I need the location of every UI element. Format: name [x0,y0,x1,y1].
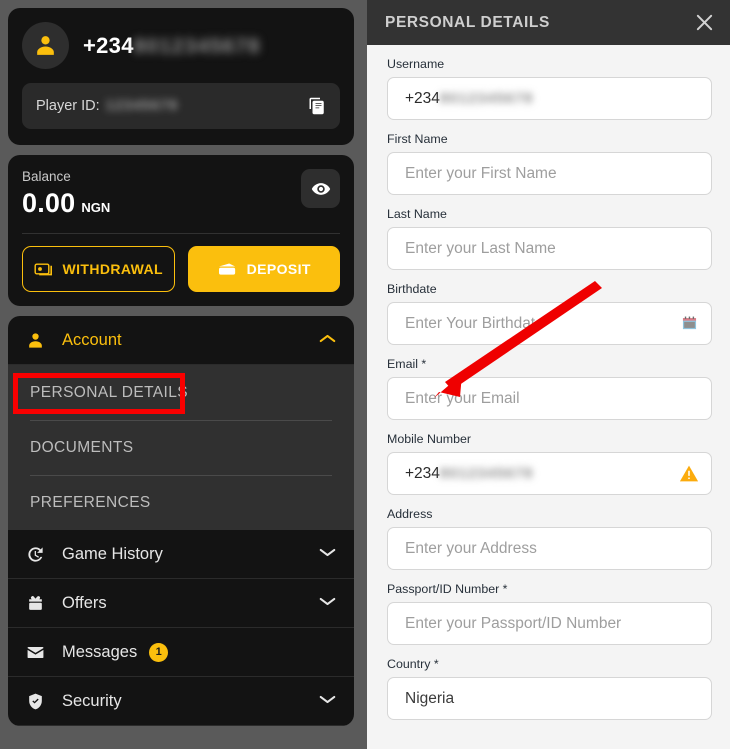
copy-icon[interactable] [306,95,328,117]
app-root: +234 8012345678 Player ID: 12345678 Bala… [0,0,730,749]
field-birthdate-label: Birthdate [387,282,437,296]
profile-card: +234 8012345678 Player ID: 12345678 [8,8,354,145]
shield-icon [26,692,52,711]
sidebar-item-personal-details-label: PERSONAL DETAILS [30,383,189,401]
balance-top: Balance 0.00 NGN [22,169,340,219]
mobile-masked: 8012345678 [439,465,534,482]
field-username: Username +234 8012345678 [387,57,712,120]
phone-prefix: +234 [83,32,134,58]
field-first-name-label: First Name [387,132,448,146]
sidebar-item-personal-details[interactable]: PERSONAL DETAILS [8,365,354,420]
passport-id-input[interactable] [387,602,712,645]
field-passport-id-label: Passport/ID Number * [387,582,508,596]
username-masked: 8012345678 [439,90,534,107]
menu-item-game-history-label: Game History [62,544,163,563]
deposit-button[interactable]: DEPOSIT [187,246,340,292]
menu-item-offers[interactable]: Offers [8,579,354,628]
field-passport-id: Passport/ID Number * [387,582,712,645]
chevron-down-icon [319,594,336,612]
balance-currency: NGN [81,200,111,215]
warning-icon[interactable] [679,464,699,484]
player-id-value: 12345678 [105,98,179,114]
account-sidebar: +234 8012345678 Player ID: 12345678 Bala… [0,0,362,749]
username-prefix: +234 [405,89,440,107]
player-id-label: Player ID: [36,98,100,114]
field-country: Country * [387,657,712,720]
mobile-prefix: +234 [405,464,440,482]
menu-item-security-label: Security [62,691,122,710]
email-input[interactable] [387,377,712,420]
balance-info: Balance 0.00 NGN [22,169,110,219]
last-name-input[interactable] [387,227,712,270]
deposit-label: DEPOSIT [246,261,311,277]
chevron-up-icon [319,331,336,349]
menu-item-messages[interactable]: Messages 1 [8,628,354,677]
avatar [22,22,69,69]
username-value[interactable]: +234 8012345678 [387,77,712,120]
account-submenu: PERSONAL DETAILS DOCUMENTS PREFERENCES [8,365,354,530]
balance-amount: 0.00 [22,188,76,218]
menu-item-offers-label: Offers [62,593,107,612]
balance-amount-group: 0.00 NGN [22,188,110,219]
divider [22,233,340,234]
field-country-label: Country * [387,657,439,671]
field-first-name: First Name [387,132,712,195]
sidebar-item-preferences-label: PREFERENCES [30,493,151,511]
phone-masked: 8012345678 [133,34,261,58]
menu-item-account-label: Account [62,330,122,349]
sidebar-item-preferences[interactable]: PREFERENCES [8,475,354,530]
chevron-down-icon [319,545,336,563]
profile-phone: +234 8012345678 [83,33,261,59]
field-address-label: Address [387,507,433,521]
field-birthdate: Birthdate [387,282,712,345]
calendar-icon[interactable] [679,314,699,334]
mobile-number-value[interactable]: +234 8012345678 [387,452,712,495]
envelope-icon [26,643,52,662]
first-name-input[interactable] [387,152,712,195]
address-input[interactable] [387,527,712,570]
field-email: Email * [387,357,712,420]
messages-badge: 1 [149,642,169,662]
balance-label: Balance [22,169,71,184]
menu-item-messages-label: Messages [62,642,138,661]
player-id-group: Player ID: 12345678 [36,98,178,114]
personal-details-form: Username +234 8012345678 First Name Last… [367,45,730,749]
eye-icon[interactable] [301,169,340,208]
birthdate-input[interactable] [387,302,712,345]
field-address: Address [387,507,712,570]
menu-item-game-history[interactable]: Game History [8,530,354,579]
withdrawal-button[interactable]: WITHDRAWAL [22,246,175,292]
field-mobile-number-label: Mobile Number [387,432,472,446]
field-mobile-number: Mobile Number +234 8012345678 [387,432,712,495]
field-last-name-label: Last Name [387,207,447,221]
sidebar-item-documents[interactable]: DOCUMENTS [8,420,354,475]
balance-actions: WITHDRAWAL DEPOSIT [22,246,340,292]
field-username-label: Username [387,57,445,71]
money-icon [34,263,52,276]
history-icon [26,545,52,564]
menu-item-security[interactable]: Security [8,677,354,726]
personal-details-panel: PERSONAL DETAILS Username +234 801234567… [367,0,730,749]
chevron-down-icon [319,692,336,710]
field-last-name: Last Name [387,207,712,270]
wallet-icon [218,263,235,275]
close-icon[interactable] [692,11,716,35]
player-id-row[interactable]: Player ID: 12345678 [22,83,340,129]
page-title: PERSONAL DETAILS [385,13,550,31]
profile-header: +234 8012345678 [22,22,340,69]
user-icon [26,331,52,350]
user-icon [37,36,54,55]
balance-card: Balance 0.00 NGN WITHDRAWAL DEPOSIT [8,155,354,306]
country-input[interactable] [387,677,712,720]
field-email-label: Email * [387,357,427,371]
withdrawal-label: WITHDRAWAL [62,261,163,277]
account-menu: Account PERSONAL DETAILS DOCUMENTS PREFE… [8,316,354,726]
gift-icon [26,594,52,613]
sidebar-item-documents-label: DOCUMENTS [30,438,134,456]
menu-item-account[interactable]: Account [8,316,354,365]
panel-header: PERSONAL DETAILS [367,0,730,45]
